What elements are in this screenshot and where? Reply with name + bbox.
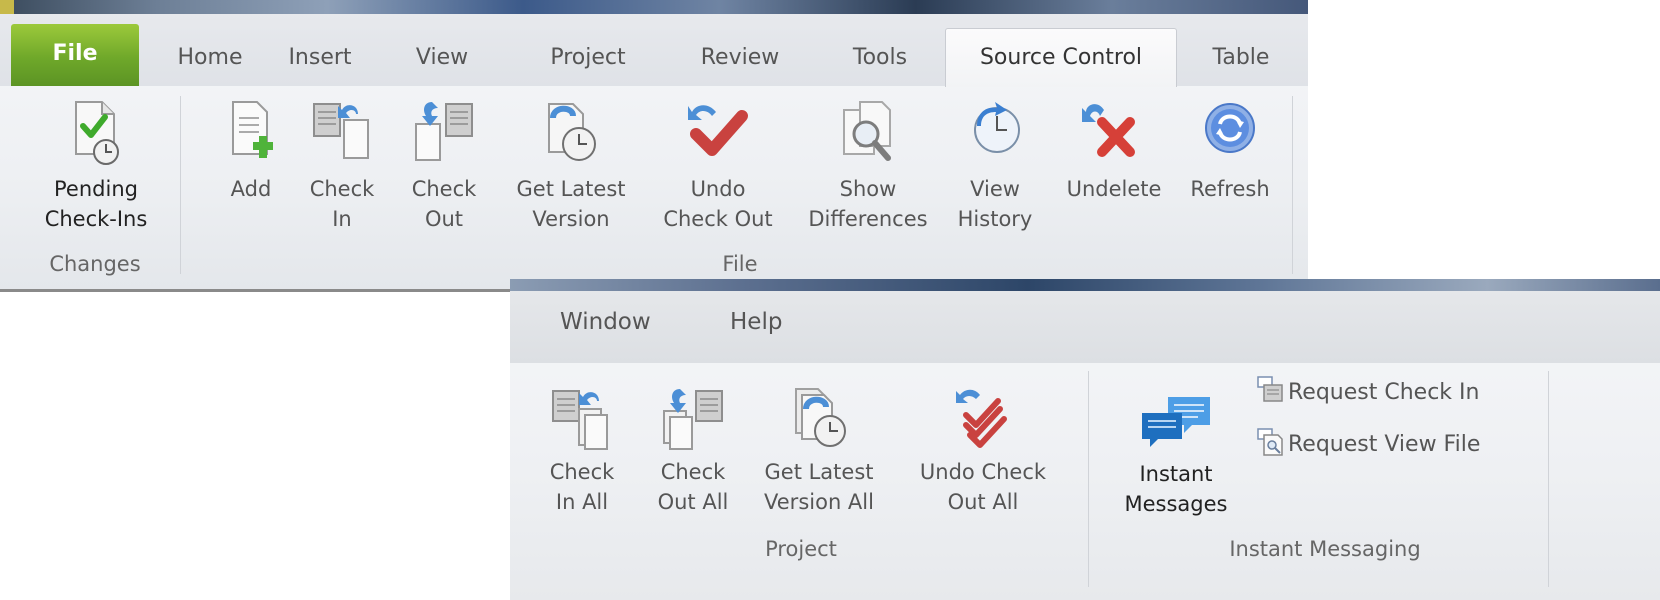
- check-in-button[interactable]: Check In: [300, 98, 384, 234]
- title-bar: [510, 279, 1660, 291]
- get-latest-icon: [548, 103, 596, 161]
- get-latest-version-button[interactable]: Get Latest Version: [503, 98, 639, 234]
- add-file-icon: [232, 101, 273, 158]
- tab-insert[interactable]: Insert: [270, 36, 370, 86]
- tab-project[interactable]: Project: [528, 36, 648, 86]
- request-check-in-button[interactable]: Request Check In: [1256, 375, 1479, 408]
- check-in-all-icon: [552, 390, 608, 450]
- ribbon-top: File Home Insert View Project Review Too…: [0, 0, 1308, 292]
- refresh-icon: [1205, 103, 1255, 153]
- tab-source-control[interactable]: Source Control: [945, 28, 1177, 87]
- group-label-file: File: [722, 252, 758, 276]
- request-view-file-icon: [1257, 428, 1283, 456]
- check-in-all-button[interactable]: Check In All: [530, 385, 634, 517]
- tab-row: File Home Insert View Project Review Too…: [0, 14, 1308, 87]
- request-view-file-label: Request View File: [1288, 432, 1481, 457]
- request-check-in-label: Request Check In: [1288, 380, 1480, 405]
- view-history-label: View History: [957, 177, 1033, 231]
- get-latest-label: Get Latest Version: [516, 177, 626, 231]
- group-separator: [1088, 371, 1089, 587]
- tab-view[interactable]: View: [392, 36, 492, 86]
- instant-messages-button[interactable]: Instant Messages: [1106, 395, 1246, 519]
- get-latest-all-label: Get Latest Version All: [764, 460, 874, 514]
- undo-check-icon: [688, 105, 748, 156]
- undo-check-out-all-button[interactable]: Undo Check Out All: [898, 385, 1068, 517]
- check-out-all-icon: [663, 389, 723, 450]
- refresh-label: Refresh: [1190, 177, 1270, 201]
- tab-review[interactable]: Review: [680, 36, 800, 86]
- check-in-icon: [313, 103, 369, 159]
- group-separator: [1548, 371, 1549, 587]
- get-latest-all-icon: [795, 388, 846, 447]
- refresh-button[interactable]: Refresh: [1180, 98, 1280, 204]
- tab-table[interactable]: Table: [1186, 36, 1296, 86]
- undelete-label: Undelete: [1066, 177, 1162, 201]
- undo-check-out-label: Undo Check Out: [663, 177, 773, 231]
- pending-checkins-label: Pending Check-Ins: [44, 177, 148, 231]
- add-label: Add: [230, 177, 272, 201]
- tab-file[interactable]: File: [11, 24, 139, 86]
- tab-home[interactable]: Home: [165, 36, 255, 86]
- undo-check-all-icon: [956, 389, 1007, 448]
- add-button[interactable]: Add: [210, 98, 292, 204]
- chat-bubbles-icon: [1142, 397, 1210, 447]
- ribbon-bottom: Window Help Check In All Check Out All G…: [510, 279, 1660, 600]
- check-in-all-label: Check In All: [549, 460, 615, 514]
- show-differences-label: Show Differences: [808, 177, 928, 231]
- group-label-project: Project: [765, 537, 837, 561]
- undo-check-out-all-label: Undo Check Out All: [919, 460, 1047, 514]
- group-separator: [180, 96, 181, 274]
- history-icon: [974, 102, 1020, 153]
- tab-help[interactable]: Help: [730, 309, 782, 335]
- request-check-in-icon: [1257, 376, 1283, 402]
- tab-window[interactable]: Window: [560, 309, 651, 335]
- show-differences-button[interactable]: Show Differences: [794, 98, 942, 234]
- group-separator: [1292, 96, 1293, 274]
- group-label-changes: Changes: [49, 252, 141, 276]
- group-label-instant-messaging: Instant Messaging: [1229, 537, 1421, 561]
- check-in-label: Check In: [309, 177, 375, 231]
- check-out-label: Check Out: [411, 177, 477, 231]
- undo-check-out-button[interactable]: Undo Check Out: [648, 98, 788, 234]
- check-out-icon: [415, 102, 473, 161]
- title-bar: [0, 0, 1308, 14]
- check-out-all-button[interactable]: Check Out All: [640, 385, 746, 517]
- tab-row: Window Help: [510, 291, 1660, 363]
- check-out-button[interactable]: Check Out: [398, 98, 490, 234]
- check-out-all-label: Check Out All: [657, 460, 729, 514]
- undelete-button[interactable]: Undelete: [1054, 98, 1174, 204]
- request-view-file-button[interactable]: Request View File: [1256, 427, 1480, 460]
- magnifier-icon: [843, 101, 891, 161]
- pending-checkins-icon: [75, 101, 119, 165]
- get-latest-version-all-button[interactable]: Get Latest Version All: [748, 385, 890, 517]
- pending-checkins-button[interactable]: Pending Check-Ins: [30, 98, 162, 234]
- view-history-button[interactable]: View History: [942, 98, 1048, 234]
- tab-tools[interactable]: Tools: [822, 36, 938, 86]
- instant-messages-label: Instant Messages: [1124, 462, 1228, 516]
- undelete-icon: [1082, 104, 1135, 157]
